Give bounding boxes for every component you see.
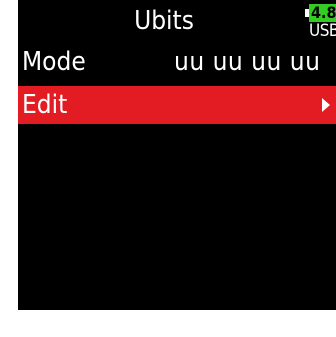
device-screen: Ubits 4.8 USB Mode uu uu uu uu Edit [18,0,336,310]
menu-item-label: Edit [22,90,68,120]
power-indicator: 4.8 USB [305,4,336,42]
menu-item-mode[interactable]: Mode uu uu uu uu [18,43,336,81]
battery-voltage: 4.8 [309,4,336,22]
menu-item-label: Mode [22,47,86,77]
triangle-right-icon [322,98,330,112]
menu-item-value: uu uu uu uu [174,47,321,77]
screen-title: Ubits [134,6,194,36]
menu-item-edit[interactable]: Edit [18,86,336,124]
power-source-label: USB [309,21,336,41]
title-bar: Ubits 4.8 USB [18,0,336,42]
